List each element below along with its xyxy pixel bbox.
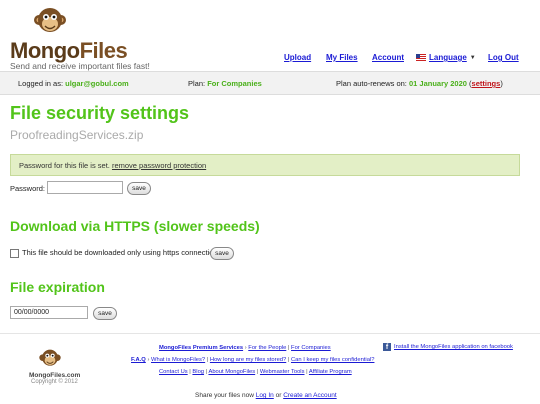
about-link[interactable]: About MongoFiles <box>208 369 255 375</box>
https-save-button[interactable]: save <box>210 247 234 260</box>
share-cta: Share your files now Log In or Create an… <box>195 392 337 399</box>
renew-date: 01 January 2020 <box>408 79 467 88</box>
language-selector[interactable]: Language ▼ <box>416 53 476 62</box>
password-notice-text: Password for this file is set. <box>19 161 110 170</box>
us-flag-icon <box>416 54 426 61</box>
password-save-button[interactable]: save <box>127 182 151 195</box>
expiration-section-title: File expiration <box>10 279 105 295</box>
settings-link[interactable]: settings <box>472 79 501 88</box>
caret-down-icon: ▼ <box>469 54 476 61</box>
page-title: File security settings <box>10 103 190 123</box>
renew-info: Plan auto-renews on: 01 January 2020 (se… <box>336 79 503 88</box>
footer-divider <box>0 333 540 334</box>
faq-storage-link[interactable]: How long are my files stored? <box>210 357 286 363</box>
faq-what-link[interactable]: What is MongoFiles? <box>151 357 205 363</box>
brand-name-a: Mongo <box>10 38 80 63</box>
language-link[interactable]: Language <box>429 53 467 62</box>
file-name: ProofreadingServices.zip <box>10 128 144 142</box>
nav-logout-link[interactable]: Log Out <box>488 53 519 62</box>
create-account-link[interactable]: Create an Account <box>283 392 336 399</box>
account-status-bar: Logged in as: ulgar@gobul.com Plan: For … <box>0 71 540 95</box>
https-section-title: Download via HTTPS (slower speeds) <box>10 218 260 234</box>
for-companies-link[interactable]: For Companies <box>291 345 331 351</box>
password-label: Password: <box>10 184 46 193</box>
nav-upload-link[interactable]: Upload <box>284 53 311 62</box>
brand-name-b: Files <box>79 38 128 63</box>
https-checkbox-label: This file should be downloaded only usin… <box>22 248 218 257</box>
nav-account-link[interactable]: Account <box>372 53 404 62</box>
premium-services-link[interactable]: MongoFiles Premium Services <box>159 345 243 351</box>
user-email: ulgar@gobul.com <box>65 79 129 88</box>
contact-link[interactable]: Contact Us <box>159 369 188 375</box>
plan-name: For Companies <box>207 79 262 88</box>
remove-password-link[interactable]: remove password protection <box>112 161 206 170</box>
password-notice: Password for this file is set. remove pa… <box>10 154 520 176</box>
blog-link[interactable]: Blog <box>192 369 204 375</box>
facebook-app-link[interactable]: Install the MongoFiles application on fa… <box>394 344 513 350</box>
webmaster-tools-link[interactable]: Webmaster Tools <box>260 369 305 375</box>
expiration-save-button[interactable]: save <box>93 307 117 320</box>
facebook-icon: f <box>383 343 391 351</box>
facebook-app-promo: f Install the MongoFiles application on … <box>383 343 513 351</box>
footer-company-links: Contact Us | Blog | About MongoFiles | W… <box>159 369 352 375</box>
faq-link[interactable]: F.A.Q <box>131 357 146 363</box>
nav-my-files-link[interactable]: My Files <box>326 53 358 62</box>
faq-confidential-link[interactable]: Can I keep my files confidential? <box>291 357 374 363</box>
footer-monkey-icon <box>38 347 62 371</box>
footer-brand: MongoFiles.com <box>29 372 81 379</box>
footer-copyright: Copyright © 2012 <box>31 379 78 385</box>
logged-in-info: Logged in as: ulgar@gobul.com <box>18 79 129 88</box>
https-checkbox[interactable] <box>10 249 19 258</box>
plan-info: Plan: For Companies <box>188 79 262 88</box>
login-link[interactable]: Log In <box>256 392 274 399</box>
footer-premium-links: MongoFiles Premium Services › For the Pe… <box>159 345 331 351</box>
affiliate-link[interactable]: Affiliate Program <box>309 369 352 375</box>
for-people-link[interactable]: For the People <box>248 345 286 351</box>
logo-monkey-icon <box>32 4 68 40</box>
tagline: Send and receive important files fast! <box>10 61 150 71</box>
password-input[interactable] <box>47 181 123 194</box>
footer-faq-links: F.A.Q › What is MongoFiles? | How long a… <box>131 357 375 363</box>
expiration-date-input[interactable]: 00/00/0000 <box>10 306 88 319</box>
